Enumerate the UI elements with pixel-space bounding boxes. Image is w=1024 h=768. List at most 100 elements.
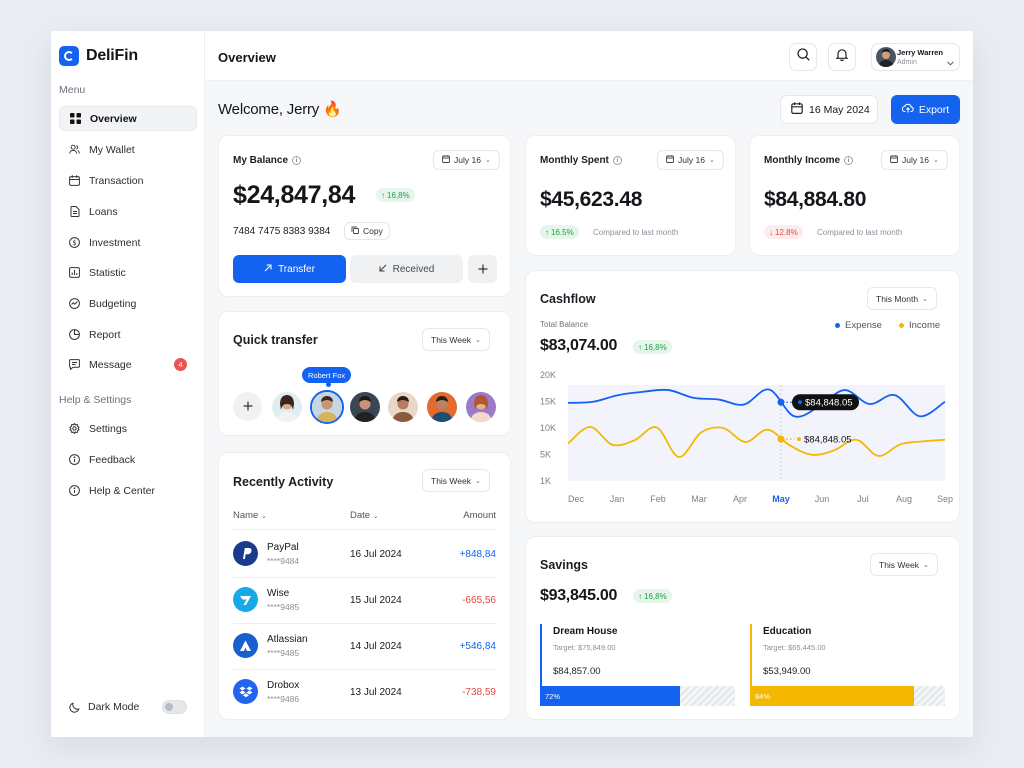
search-button[interactable] [789,43,817,71]
savings-card: Savings This Week ⌄ $93,845.00 ↑ 16,8% Dr… [525,536,960,720]
goal-target: Target: $65,445.00 [763,643,826,652]
sidebar-item-budgeting[interactable]: Budgeting [59,291,197,316]
brand-logo[interactable]: DeliFin [59,46,138,66]
contact-avatar[interactable] [466,392,496,422]
recent-activity-title: Recently Activity [233,475,334,489]
export-button[interactable]: Export [891,95,960,124]
sidebar-item-loans[interactable]: Loans [59,199,197,224]
sidebar-item-feedback[interactable]: Feedback [59,447,197,472]
dark-mode-toggle[interactable] [162,700,187,714]
pie-icon [69,329,80,340]
chevron-down-icon: ⌄ [932,157,939,164]
sidebar-item-label: Feedback [89,453,136,466]
monthly-spent-period-select[interactable]: July 16 ⌄ [657,150,724,170]
savings-period-select[interactable]: This Week ⌄ [870,553,938,576]
goal-accent-bar [540,624,542,686]
sidebar-item-my-wallet[interactable]: My Wallet [59,137,197,162]
savings-change: 16,8% [644,591,667,601]
card-number: 7484 7475 8383 9384 [233,226,331,237]
gear-icon [69,423,80,434]
column-header-name[interactable]: Name ⌄ [233,510,267,521]
add-button[interactable] [468,255,497,283]
contact-avatar[interactable] [350,392,380,422]
quick-transfer-period: This Week [431,334,471,345]
sidebar-item-overview[interactable]: Overview [59,106,197,131]
document-icon [69,206,80,217]
arrow-down-icon: ↓ [769,227,773,237]
dark-mode-label: Dark Mode [88,701,140,713]
received-button[interactable]: Received [350,255,463,283]
monthly-spent-change-badge: ↑ 16.5% [540,225,579,239]
transfer-button[interactable]: Transfer [233,255,346,283]
contact-avatar-selected[interactable] [310,390,344,424]
column-header-date[interactable]: Date ⌄ [350,510,379,521]
contact-avatar[interactable] [272,392,302,422]
legend-income-label: Income [909,320,941,331]
cashflow-period: This Month [876,293,919,304]
total-balance-label: Total Balance [540,320,589,329]
column-date-label: Date [350,510,371,521]
savings-change-badge: ↑ 16,8% [633,589,672,603]
chevron-down-icon: ⌄ [260,513,267,520]
cashflow-card: Cashflow This Month ⌄ Total Balance $83,… [525,270,960,523]
goal-progress-bar: 84% [750,686,945,706]
total-balance-amount: $83,074.00 [540,337,618,354]
paypal-logo-icon [233,541,258,566]
add-contact-button[interactable] [233,392,262,421]
x-tick-label: Sep [937,494,953,504]
contact-avatar[interactable] [427,392,457,422]
cashflow-period-select[interactable]: This Month ⌄ [867,287,937,310]
sidebar-item-report[interactable]: Report [59,322,197,347]
sidebar-item-message[interactable]: Message 4 [59,352,197,377]
cloud-upload-icon [901,103,914,116]
cashflow-chart[interactable]: 20K 15K 10K 5K 1K Dec Jan Feb Mar Apr May Jun Jul Aug… [526,363,961,513]
contact-tooltip: Robert Fox [302,367,352,383]
notification-button[interactable] [828,43,856,71]
info-icon [69,485,80,496]
sidebar-item-transaction[interactable]: Transaction [59,168,197,193]
arrow-up-icon: ↑ [545,227,549,237]
income-marker [777,435,785,443]
transaction-amount: -665,56 [462,595,496,606]
goal-accent-bar [750,624,752,686]
monthly-spent-period: July 16 [678,155,705,165]
cashflow-title: Cashflow [540,292,596,306]
info-icon[interactable]: i [612,156,622,165]
export-label: Export [918,103,950,116]
transaction-account: ****9485 [267,602,300,612]
balance-period-select[interactable]: July 16 ⌄ [433,150,500,170]
sidebar-item-statistic[interactable]: Statistic [59,260,197,285]
sidebar-item-settings[interactable]: Settings [59,416,197,441]
info-icon[interactable]: i [292,156,302,165]
progress-label: 72% [545,691,561,701]
arrow-up-icon: ↑ [638,342,642,352]
copy-button[interactable]: Copy [344,222,390,240]
top-bar: Overview Jerry Warren Admin [205,31,973,81]
income-tooltip-dot [797,437,801,442]
info-icon[interactable]: i [844,156,854,165]
user-menu[interactable]: Jerry Warren Admin [871,43,960,71]
divider [233,623,496,624]
sidebar-item-investment[interactable]: $ Investment [59,230,197,255]
moon-icon [69,701,80,713]
progress-label: 84% [755,691,771,701]
contact-avatar[interactable] [388,392,418,422]
balance-card: My Balance i July 16 ⌄ $24,847,84 ↑ 16,8%… [218,135,511,297]
x-tick-label: Mar [691,494,707,504]
monthly-income-period-select[interactable]: July 16 ⌄ [881,150,948,170]
y-tick-label: 10K [540,423,556,433]
quick-transfer-period-select[interactable]: This Week ⌄ [422,328,490,351]
chevron-down-icon: ⌄ [475,336,481,344]
sidebar-item-help-center[interactable]: Help & Center [59,478,197,503]
recent-activity-period-select[interactable]: This Week ⌄ [422,469,490,492]
atlassian-logo-icon [233,633,258,658]
tooltip-pointer [326,382,331,387]
message-count-badge: 4 [174,358,187,371]
x-tick-label: May [772,494,790,504]
column-header-amount: Amount [463,510,496,521]
x-tick-label: Jul [857,494,869,504]
quick-transfer-title: Quick transfer [233,333,318,347]
date-picker[interactable]: 16 May 2024 [780,95,878,124]
chevron-down-icon: ⌄ [475,477,481,485]
transaction-date: 16 Jul 2024 [350,549,402,560]
